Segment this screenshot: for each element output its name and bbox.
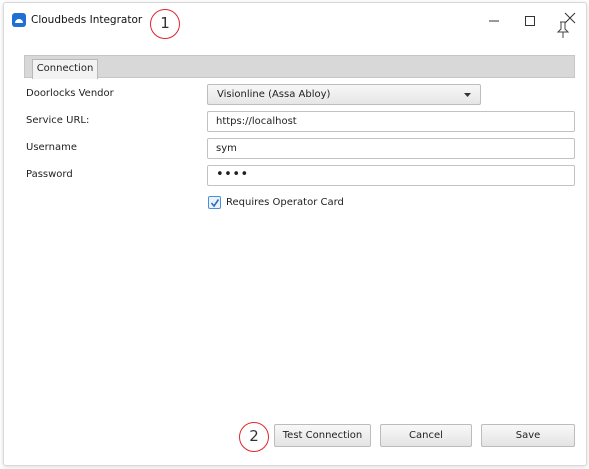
test-connection-button[interactable]: Test Connection — [274, 424, 371, 447]
tab-connection[interactable]: Connection — [32, 59, 98, 79]
operator-card-checkbox[interactable] — [208, 196, 221, 209]
callout-marker-1: 1 — [150, 9, 180, 39]
vendor-label: Doorlocks Vendor — [26, 88, 114, 99]
username-label: Username — [26, 142, 77, 153]
url-label: Service URL: — [26, 115, 90, 126]
minimize-icon — [489, 20, 499, 22]
minimize-button[interactable] — [480, 8, 508, 32]
tab-strip: Connection — [24, 55, 575, 79]
window-title: Cloudbeds Integrator — [31, 14, 143, 26]
save-button[interactable]: Save — [481, 424, 575, 447]
app-window: Cloudbeds Integrator 1 Connection Doorlo… — [3, 2, 587, 466]
cancel-button[interactable]: Cancel — [380, 424, 472, 447]
dropdown-arrow-icon — [464, 93, 471, 97]
url-input[interactable]: https://localhost — [207, 111, 575, 132]
vendor-select[interactable]: Visionline (Assa Abloy) — [207, 84, 481, 105]
title-bar[interactable]: Cloudbeds Integrator — [4, 3, 586, 39]
password-label: Password — [26, 169, 73, 180]
pin-icon[interactable] — [556, 21, 570, 39]
vendor-value: Visionline (Assa Abloy) — [217, 89, 331, 100]
cloudbeds-logo-icon — [12, 13, 26, 27]
checkmark-icon — [210, 199, 220, 208]
callout-marker-2: 2 — [239, 422, 269, 452]
maximize-button[interactable] — [516, 8, 544, 32]
maximize-icon — [525, 16, 535, 26]
operator-card-label: Requires Operator Card — [226, 197, 344, 208]
username-input[interactable]: sym — [207, 138, 575, 159]
password-input[interactable]: •••• — [207, 165, 575, 186]
